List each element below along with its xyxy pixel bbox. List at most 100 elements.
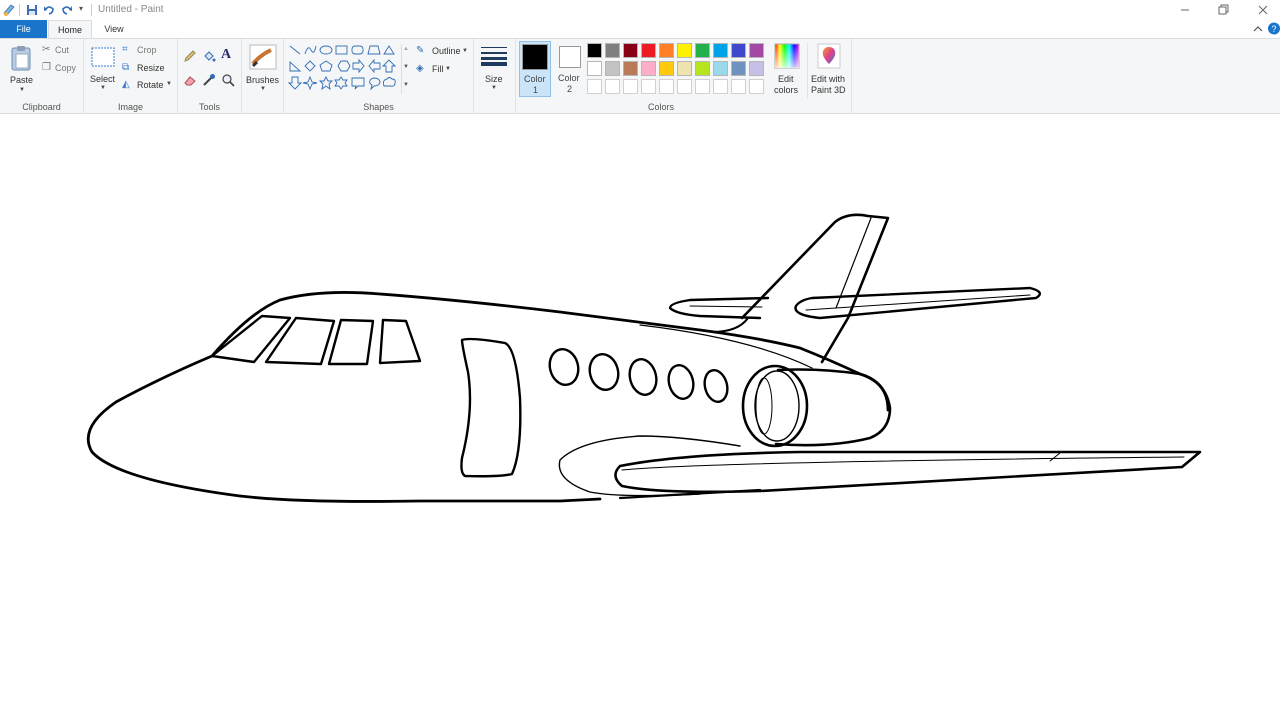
select-button[interactable]: Select ▼ bbox=[88, 45, 118, 95]
outline-button[interactable]: ✎ Outline ▼ bbox=[416, 45, 472, 56]
custom-color-slot[interactable] bbox=[731, 79, 746, 94]
rotate-icon: ◭ bbox=[122, 79, 130, 90]
paste-button[interactable]: Paste ▼ bbox=[5, 43, 37, 99]
cockpit-window-2 bbox=[264, 316, 336, 366]
edit-with-paint3d-button[interactable]: Edit with Paint 3D bbox=[809, 43, 849, 99]
shape-callout-cloud-icon bbox=[382, 77, 396, 87]
palette-color-swatch[interactable] bbox=[605, 61, 620, 76]
fill-bucket-icon[interactable] bbox=[202, 49, 216, 63]
palette-color-swatch[interactable] bbox=[659, 43, 674, 58]
custom-color-slot[interactable] bbox=[749, 79, 764, 94]
engine-intake-outer bbox=[741, 364, 809, 448]
brushes-button[interactable]: Brushes ▼ bbox=[245, 43, 281, 98]
crop-label: Crop bbox=[137, 45, 157, 55]
palette-color-swatch[interactable] bbox=[713, 61, 728, 76]
palette-color-swatch[interactable] bbox=[641, 43, 656, 58]
shape-oval-icon bbox=[319, 45, 333, 55]
colors-group: Color 1 Color 2 Edit colors Edit with Pa… bbox=[516, 39, 852, 114]
color-picker-icon[interactable] bbox=[202, 73, 216, 87]
drawing-canvas[interactable] bbox=[0, 115, 1280, 720]
redo-icon[interactable] bbox=[61, 3, 73, 17]
crop-button[interactable]: ⌗ Crop bbox=[122, 44, 157, 55]
shape-four-point-star-icon bbox=[302, 75, 318, 91]
custom-color-slot[interactable] bbox=[677, 79, 692, 94]
tab-home[interactable]: Home bbox=[48, 20, 92, 38]
expand-gallery-icon[interactable]: ▼ bbox=[403, 82, 409, 88]
tail-fin-root bbox=[711, 317, 749, 333]
palette-color-swatch[interactable] bbox=[677, 43, 692, 58]
paste-dropdown-icon: ▼ bbox=[19, 87, 25, 93]
undo-icon[interactable] bbox=[43, 3, 55, 17]
custom-color-slot[interactable] bbox=[605, 79, 620, 94]
shape-hexagon-icon bbox=[337, 60, 351, 72]
image-group-label: Image bbox=[117, 102, 143, 112]
palette-color-swatch[interactable] bbox=[713, 43, 728, 58]
palette-color-swatch[interactable] bbox=[749, 43, 764, 58]
customize-quick-access-icon[interactable]: ▾ bbox=[79, 4, 83, 13]
resize-button[interactable]: ⧉ Resize bbox=[122, 62, 165, 73]
image-group: Select ▼ ⌗ Crop ⧉ Resize ◭ Rotate ▼ Imag… bbox=[84, 39, 178, 114]
color1-button[interactable]: Color 1 bbox=[519, 41, 551, 97]
eraser-icon[interactable] bbox=[183, 73, 197, 87]
scissors-icon: ✂ bbox=[42, 44, 51, 55]
palette-color-swatch[interactable] bbox=[677, 61, 692, 76]
shape-right-arrow-icon bbox=[352, 58, 365, 74]
passenger-window bbox=[703, 369, 729, 403]
tab-file[interactable]: File bbox=[0, 20, 47, 38]
palette-color-swatch[interactable] bbox=[623, 61, 638, 76]
restore-icon[interactable] bbox=[1214, 2, 1232, 18]
tab-view[interactable]: View bbox=[94, 20, 134, 38]
palette-color-swatch[interactable] bbox=[659, 61, 674, 76]
copy-button[interactable]: ❐ Copy bbox=[42, 62, 76, 74]
palette-color-swatch[interactable] bbox=[695, 61, 710, 76]
outline-icon: ✎ bbox=[416, 45, 425, 56]
custom-color-slot[interactable] bbox=[623, 79, 638, 94]
shape-six-point-star-icon bbox=[334, 76, 348, 90]
minimize-icon[interactable] bbox=[1176, 2, 1194, 18]
shape-left-arrow-icon bbox=[368, 58, 381, 74]
custom-color-slot[interactable] bbox=[713, 79, 728, 94]
custom-color-slot[interactable] bbox=[587, 79, 602, 94]
save-icon[interactable] bbox=[26, 3, 38, 17]
edit-colors-label-2: colors bbox=[774, 85, 799, 95]
cockpit-window-4 bbox=[378, 318, 422, 365]
palette-color-swatch[interactable] bbox=[731, 43, 746, 58]
color2-button[interactable]: Color 2 bbox=[554, 41, 586, 97]
palette-color-swatch[interactable] bbox=[623, 43, 638, 58]
pencil-icon[interactable] bbox=[183, 49, 197, 63]
shapes-gallery[interactable] bbox=[288, 44, 400, 94]
custom-color-slot[interactable] bbox=[659, 79, 674, 94]
resize-icon: ⧉ bbox=[122, 62, 130, 73]
palette-color-swatch[interactable] bbox=[641, 61, 656, 76]
fill-button[interactable]: ◈ Fill ▼ bbox=[416, 63, 456, 74]
palette-color-swatch[interactable] bbox=[587, 61, 602, 76]
palette-color-swatch[interactable] bbox=[749, 61, 764, 76]
edit-colors-button[interactable]: Edit colors bbox=[769, 43, 805, 99]
custom-color-slot[interactable] bbox=[695, 79, 710, 94]
passenger-window bbox=[588, 353, 620, 391]
help-icon[interactable]: ? bbox=[1268, 22, 1280, 35]
shape-five-point-star-icon bbox=[318, 75, 334, 91]
color-spectrum-icon bbox=[774, 43, 800, 69]
cockpit-window-3 bbox=[327, 318, 375, 366]
custom-color-slot[interactable] bbox=[641, 79, 656, 94]
collapse-ribbon-icon[interactable] bbox=[1252, 24, 1264, 34]
palette-color-swatch[interactable] bbox=[731, 61, 746, 76]
close-icon[interactable] bbox=[1254, 2, 1272, 18]
door bbox=[460, 337, 522, 478]
palette-color-swatch[interactable] bbox=[695, 43, 710, 58]
color2-swatch bbox=[559, 46, 581, 68]
color1-number: 1 bbox=[533, 85, 539, 95]
shapes-gallery-scroll[interactable]: ▲ ▼ ▼ bbox=[401, 44, 409, 94]
palette-color-swatch[interactable] bbox=[587, 43, 602, 58]
size-button[interactable]: Size ▼ bbox=[478, 43, 512, 98]
cut-button[interactable]: ✂ Cut bbox=[42, 44, 69, 56]
rotate-button[interactable]: ◭ Rotate ▼ bbox=[122, 79, 176, 90]
size-group: Size ▼ bbox=[474, 39, 516, 114]
palette-color-swatch[interactable] bbox=[605, 43, 620, 58]
text-tool-icon[interactable]: A bbox=[221, 47, 231, 63]
scroll-up-icon[interactable]: ▲ bbox=[403, 46, 409, 52]
shape-callout-oval-icon bbox=[369, 77, 381, 91]
scroll-down-icon[interactable]: ▼ bbox=[403, 64, 409, 70]
magnifier-icon[interactable] bbox=[221, 73, 235, 87]
